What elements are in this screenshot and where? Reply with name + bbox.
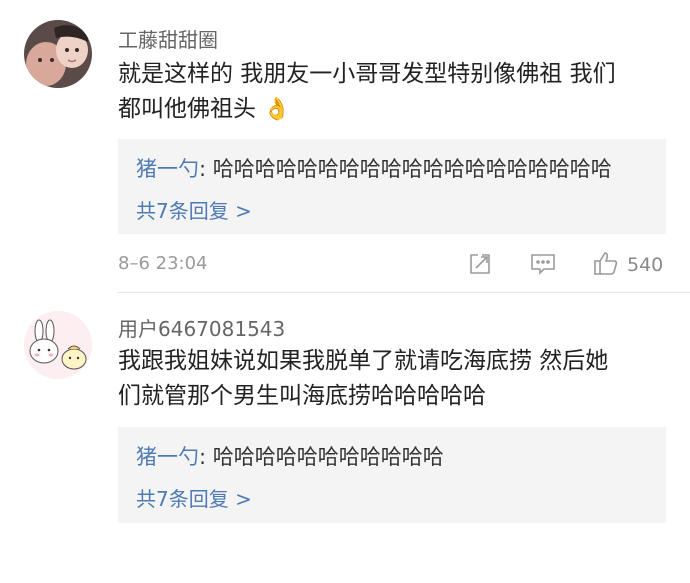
reply-author[interactable]: 猪一勺 [136, 445, 199, 469]
ok-hand-emoji: 👌 [263, 97, 291, 122]
username[interactable]: 工藤甜甜圈 [118, 24, 218, 53]
avatar[interactable] [24, 20, 92, 88]
comment-button[interactable] [530, 252, 556, 280]
timestamp: 8–6 23:04 [118, 253, 208, 274]
reply-text: 哈哈哈哈哈哈哈哈哈哈哈 [212, 445, 444, 469]
share-button[interactable] [468, 252, 492, 280]
comment-item: 工藤甜甜圈 就是这样的 我朋友一小哥哥发型特别像佛祖 我们 都叫他佛祖头 👌 猪… [0, 0, 690, 292]
comment-text: 我跟我姐妹说如果我脱单了就请吃海底捞 然后她 们就管那个男生叫海底捞哈哈哈哈哈 [118, 344, 673, 414]
reply-line: 猪一勺: 哈哈哈哈哈哈哈哈哈哈哈哈哈哈哈哈哈哈哈 [136, 153, 612, 183]
view-replies-link[interactable]: 共7条回复 > [136, 195, 252, 224]
comment-text: 就是这样的 我朋友一小哥哥发型特别像佛祖 我们 都叫他佛祖头 👌 [118, 57, 673, 127]
comment-text-line: 就是这样的 我朋友一小哥哥发型特别像佛祖 我们 [118, 61, 616, 87]
share-icon [468, 252, 492, 280]
comment-icon [530, 252, 556, 280]
comment-text-line: 都叫他佛祖头 [118, 96, 256, 122]
view-replies-link[interactable]: 共7条回复 > [136, 483, 252, 512]
comment-text-line: 我跟我姐妹说如果我脱单了就请吃海底捞 然后她 [118, 348, 609, 374]
reply-line: 猪一勺: 哈哈哈哈哈哈哈哈哈哈哈 [136, 441, 444, 471]
comment-text-line: 们就管那个男生叫海底捞哈哈哈哈哈 [118, 383, 486, 409]
comment-item: 用户6467081543 我跟我姐妹说如果我脱单了就请吃海底捞 然后她 们就管那… [0, 293, 690, 583]
like-button[interactable]: 540 [593, 250, 663, 280]
reply-text: 哈哈哈哈哈哈哈哈哈哈哈哈哈哈哈哈哈哈哈 [212, 157, 612, 181]
reply-separator: : [199, 157, 207, 181]
username[interactable]: 用户6467081543 [118, 313, 285, 342]
reply-author[interactable]: 猪一勺 [136, 157, 199, 181]
like-icon [593, 250, 619, 280]
like-count: 540 [627, 254, 664, 276]
avatar[interactable] [24, 311, 92, 379]
reply-separator: : [199, 445, 207, 469]
reply-preview[interactable]: 猪一勺: 哈哈哈哈哈哈哈哈哈哈哈 共7条回复 > [118, 427, 666, 523]
reply-preview[interactable]: 猪一勺: 哈哈哈哈哈哈哈哈哈哈哈哈哈哈哈哈哈哈哈 共7条回复 > [118, 139, 666, 234]
